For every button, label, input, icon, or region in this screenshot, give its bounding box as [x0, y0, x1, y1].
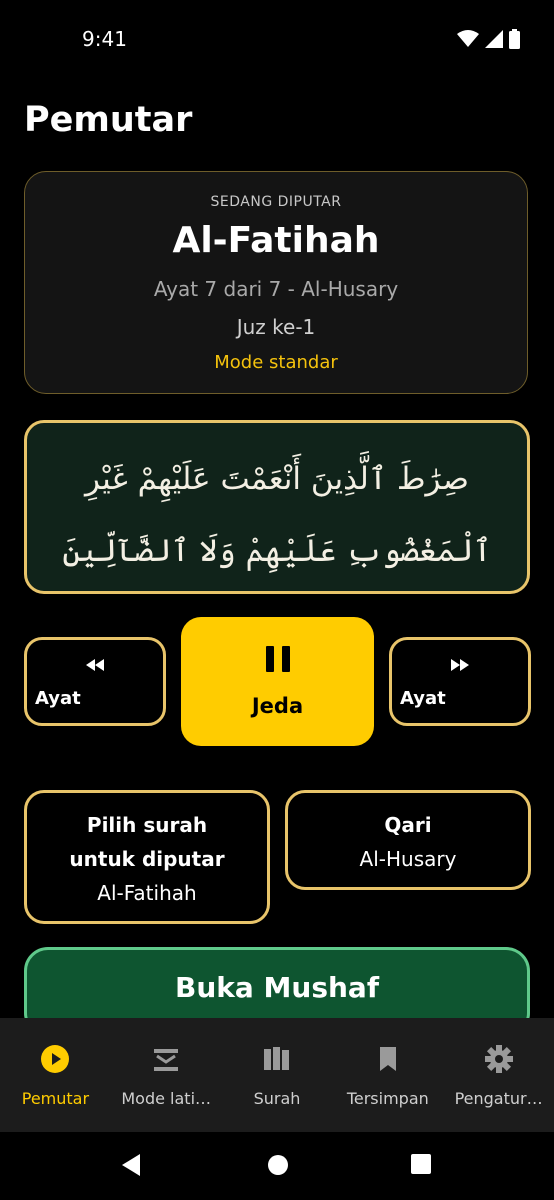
- select-qari-button[interactable]: Qari Al-Husary: [285, 790, 531, 890]
- nav-label-pemutar: Pemutar: [21, 1089, 90, 1108]
- gear-icon: [443, 1044, 554, 1074]
- rewind-icon: [27, 656, 163, 675]
- pause-button[interactable]: Jeda: [181, 617, 374, 746]
- layers-icon: [111, 1044, 222, 1074]
- select-surah-value: Al-Fatihah: [97, 881, 197, 905]
- play-circle-icon: [0, 1044, 111, 1074]
- nav-item-pemutar[interactable]: Pemutar: [0, 1018, 111, 1132]
- back-icon[interactable]: [122, 1154, 142, 1180]
- nav-item-tersimpan[interactable]: Tersimpan: [332, 1018, 443, 1132]
- pause-label: Jeda: [251, 694, 304, 718]
- system-nav-bar: [0, 1132, 554, 1200]
- fast-forward-icon: [392, 656, 528, 675]
- previous-ayah-label: Ayat: [35, 688, 81, 709]
- signal-icon: [485, 30, 503, 52]
- status-time: 9:41: [82, 27, 127, 51]
- nav-item-pengaturan[interactable]: Pengatur…: [443, 1018, 554, 1132]
- now-playing-meta: Ayat 7 dari 7 - Al-Husary: [153, 277, 399, 301]
- nav-item-surah[interactable]: Surah: [222, 1018, 333, 1132]
- verse-card: صِرَٰطَ ٱلَّذِينَ أَنْعَمْتَ عَلَيْهِمْ …: [24, 420, 530, 594]
- select-qari-value: Al-Husary: [359, 847, 457, 871]
- nav-label-surah: Surah: [253, 1089, 301, 1108]
- now-playing-surah: Al-Fatihah: [172, 220, 380, 261]
- select-surah-title: Pilih surah untuk diputar: [69, 813, 225, 871]
- nav-label-mode-latihan: Mode lati…: [121, 1089, 212, 1108]
- now-playing-mode: Mode standar: [214, 352, 338, 373]
- select-surah-button[interactable]: Pilih surah untuk diputar Al-Fatihah: [24, 790, 270, 924]
- page-title: Pemutar: [24, 100, 193, 140]
- next-ayah-label: Ayat: [400, 688, 446, 709]
- verse-line-1: صِرَٰطَ ٱلَّذِينَ أَنْعَمْتَ عَلَيْهِمْ …: [85, 461, 469, 497]
- next-ayah-button[interactable]: Ayat: [389, 637, 531, 726]
- nav-label-tersimpan: Tersimpan: [346, 1089, 429, 1108]
- battery-icon: [509, 29, 520, 53]
- wifi-icon: [457, 30, 479, 52]
- select-qari-title: Qari: [384, 813, 432, 837]
- bottom-nav: Pemutar Mode lati… Surah Tersimpan Penga…: [0, 1018, 554, 1132]
- bookmark-icon: [332, 1044, 443, 1074]
- home-icon[interactable]: [267, 1154, 289, 1180]
- recents-icon[interactable]: [411, 1154, 431, 1178]
- now-playing-card: SEDANG DIPUTAR Al-Fatihah Ayat 7 dari 7 …: [24, 171, 528, 394]
- now-playing-eyebrow: SEDANG DIPUTAR: [210, 194, 342, 210]
- now-playing-juz: Juz ke-1: [236, 315, 316, 339]
- verse-line-2: ٱلْمَغْضُوبِ عَلَيْهِمْ وَلَا ٱلضَّآلِّي…: [62, 533, 492, 569]
- pause-icon: [181, 645, 374, 677]
- status-bar: 9:41: [0, 0, 554, 80]
- nav-label-pengaturan: Pengatur…: [454, 1089, 543, 1108]
- nav-item-mode-latihan[interactable]: Mode lati…: [111, 1018, 222, 1132]
- previous-ayah-button[interactable]: Ayat: [24, 637, 166, 726]
- library-icon: [222, 1044, 333, 1074]
